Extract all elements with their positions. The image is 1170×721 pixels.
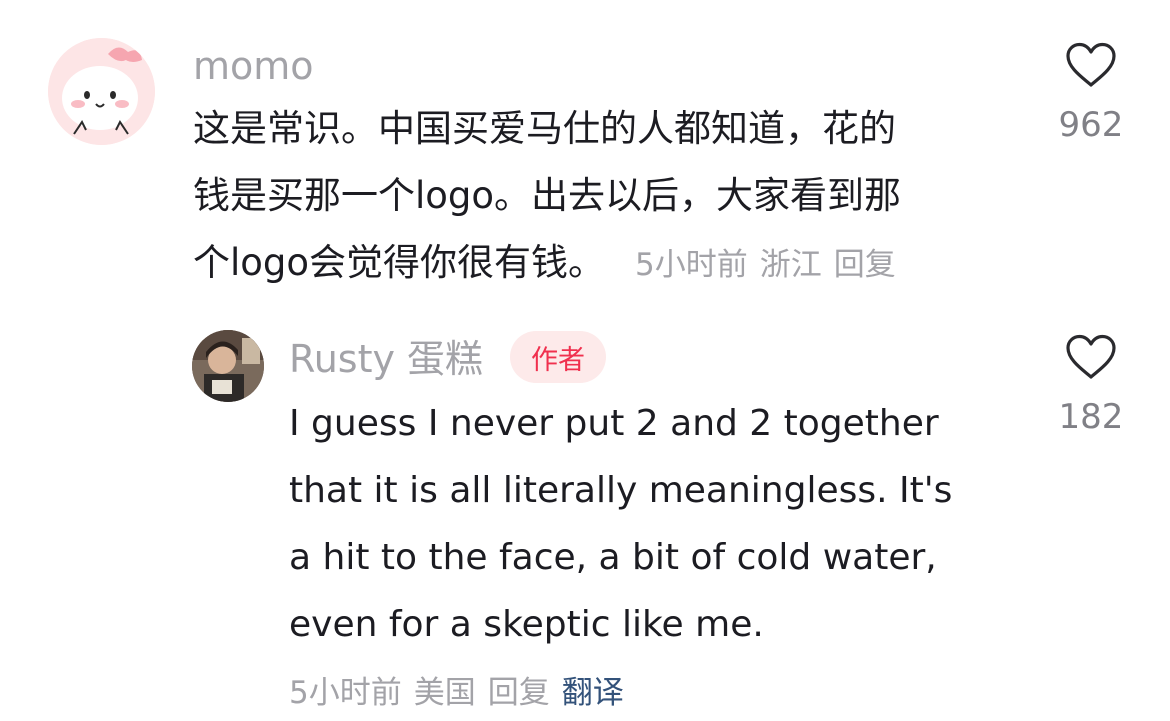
avatar-photo — [192, 330, 264, 402]
avatar-momo[interactable] — [48, 38, 155, 145]
comment-location: 浙江 — [759, 247, 822, 283]
username[interactable]: momo — [193, 47, 314, 85]
username[interactable]: Rusty 蛋糕 — [289, 340, 483, 378]
comment-line: 钱是买那一个logo。出去以后，大家看到那 — [193, 174, 902, 217]
translate-button[interactable]: 翻译 — [562, 675, 624, 711]
comment-line: I guess I never put 2 and 2 together — [289, 403, 939, 444]
reply-button[interactable]: 回复 — [488, 675, 550, 711]
comment-line: a hit to the face, a bit of cold water, — [289, 537, 937, 578]
heart-outline-icon — [1066, 334, 1116, 379]
reply-button[interactable]: 回复 — [834, 247, 896, 283]
comment-line-last: 个logo会觉得你很有钱。 5小时前 浙江 回复 — [193, 229, 908, 299]
heart-outline-icon — [1066, 42, 1116, 87]
avatar-rusty[interactable] — [192, 330, 264, 402]
like-button[interactable]: 182 — [1041, 334, 1141, 434]
comment-line-text: 个logo会觉得你很有钱。 — [193, 241, 606, 284]
comment-time: 5小时前 — [289, 675, 402, 711]
comment-text[interactable]: I guess I never put 2 and 2 together tha… — [289, 390, 952, 658]
comment-meta: 5小时前 美国 回复 翻译 — [289, 667, 636, 712]
comment-line: that it is all literally meaningless. It… — [289, 470, 953, 511]
author-badge: 作者 — [510, 331, 606, 383]
comment-time: 5小时前 — [635, 247, 748, 283]
like-button[interactable]: 962 — [1041, 42, 1141, 142]
avatar-illustration — [48, 38, 155, 145]
like-count: 962 — [1058, 105, 1124, 145]
comment-line: 这是常识。中国买爱马仕的人都知道，花的 — [193, 107, 896, 150]
like-count: 182 — [1058, 397, 1124, 437]
comment-meta: 5小时前 浙江 回复 — [635, 247, 908, 283]
comment-text[interactable]: 这是常识。中国买爱马仕的人都知道，花的 钱是买那一个logo。出去以后，大家看到… — [193, 95, 908, 299]
comment-location: 美国 — [413, 675, 476, 711]
comment-line: even for a skeptic like me. — [289, 604, 764, 645]
